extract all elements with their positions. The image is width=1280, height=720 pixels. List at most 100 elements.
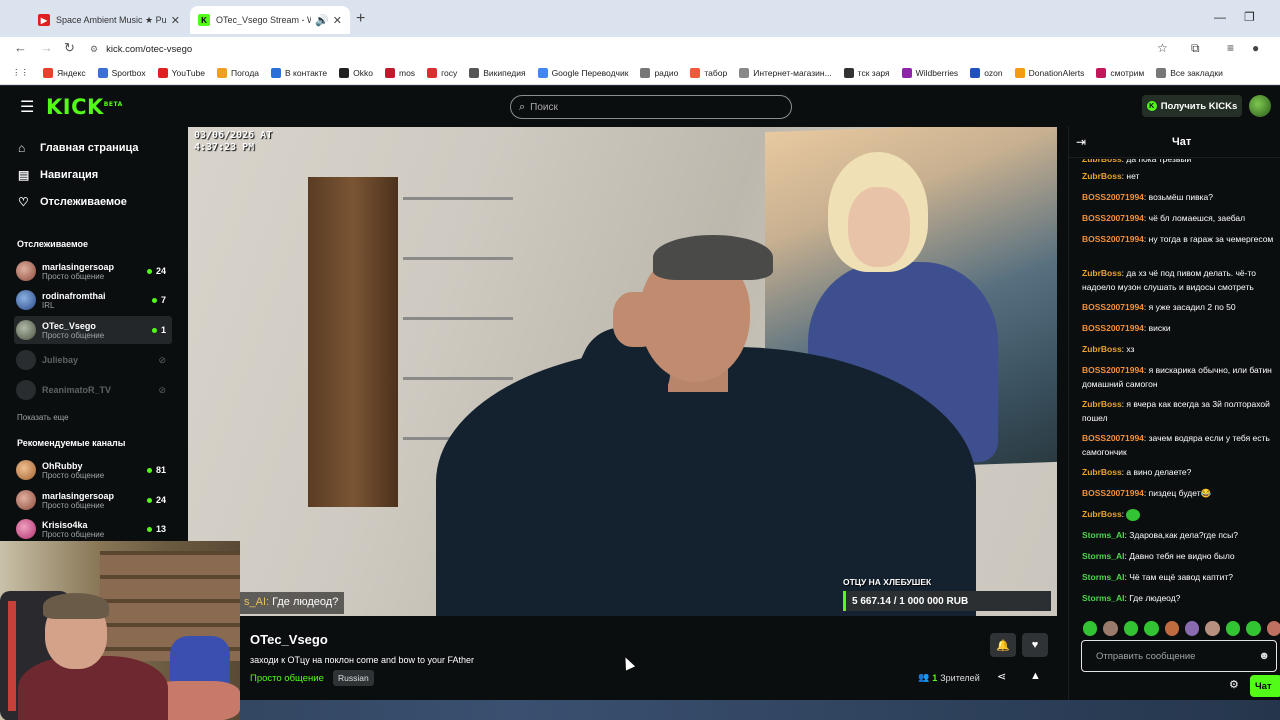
recommended-channel[interactable]: Krisiso4ka Просто общение 13 [14,515,172,543]
show-more-link[interactable]: Показать еще [17,413,69,422]
emoji-icon[interactable]: ☻ [1258,650,1270,662]
sidebar-nav-following[interactable]: ♡ Отслеживаемое [18,195,127,209]
chat-username[interactable]: BOSS20071994 [1082,488,1144,498]
bookmark-item[interactable]: mos [385,67,415,78]
extensions-icon[interactable]: ⧉ [1191,41,1200,56]
bookmark-item[interactable]: Okko [339,67,373,78]
stream-channel-name[interactable]: OTec_Vsego [250,632,328,647]
emote-icon[interactable] [1185,621,1200,636]
bookmark-item[interactable]: Погода [217,67,259,78]
bookmark-item[interactable]: Яндекс [43,67,86,78]
bookmark-item[interactable]: Интернет-магазин... [739,67,832,78]
chat-username[interactable]: ZubrBoss [1082,171,1122,181]
get-kicks-button[interactable]: K Получить KICKs [1142,95,1242,117]
chat-username[interactable]: ZubrBoss [1082,399,1122,409]
emote-icon[interactable] [1246,621,1261,636]
site-info-icon[interactable]: ⚙ [90,44,98,55]
following-channel-offline[interactable]: Juliebay ⊘ [14,346,172,374]
chat-message-input[interactable]: Отправить сообщение ☻ [1081,640,1277,672]
follow-heart-button[interactable]: ♥ [1022,633,1048,657]
logo-badge: BETA [103,101,123,108]
chat-username[interactable]: BOSS20071994 [1082,433,1144,443]
profile-icon[interactable]: ● [1252,41,1259,55]
chat-username[interactable]: Storms_AI [1082,572,1125,582]
emote-icon[interactable] [1103,621,1118,636]
bookmark-item[interactable]: госу [427,67,457,78]
notification-bell-button[interactable]: 🔔 [990,633,1016,657]
stream-category-link[interactable]: Просто общение [250,673,324,684]
close-tab-icon[interactable]: ✕ [171,14,180,27]
reload-icon[interactable]: ↻ [64,40,75,56]
following-channel-selected[interactable]: OTec_Vsego Просто общение 1 [14,316,172,344]
send-chat-button[interactable]: Чат [1250,675,1280,697]
bookmark-item[interactable]: Wildberries [901,67,958,78]
bookmark-item[interactable]: смотрим [1096,67,1144,78]
following-channel[interactable]: rodinafromthai IRL 7 [14,286,172,314]
bookmark-item[interactable]: Google Переводчик [537,67,628,78]
chat-username[interactable]: BOSS20071994 [1082,365,1144,375]
collapse-chat-icon[interactable]: ⇥ [1076,135,1086,149]
video-player[interactable]: 03/06/2026 AT 4:37:23 PM s_AI: Где людео… [188,127,1057,616]
bookmark-item[interactable]: Википедия [469,67,526,78]
bookmark-item[interactable]: Sportbox [97,67,146,78]
back-icon[interactable]: ← [14,40,27,55]
channel-avatar [16,320,36,340]
chat-username[interactable]: Storms_AI [1082,593,1125,603]
chat-username[interactable]: ZubrBoss [1082,268,1122,278]
speaker-icon[interactable]: 🔊 [315,14,329,27]
chat-settings-icon[interactable]: ⚙ [1229,678,1239,691]
chat-username[interactable]: BOSS20071994 [1082,192,1144,202]
sidebar-nav-browse[interactable]: ▤ Навигация [18,168,98,182]
media-icon[interactable]: ≡ [1227,41,1234,55]
following-channel[interactable]: marlasingersoap Просто общение 24 [14,257,172,285]
minimize-icon[interactable]: — [1214,10,1226,24]
recommended-channel[interactable]: OhRubby Просто общение 81 [14,456,172,484]
chat-username[interactable]: BOSS20071994 [1082,302,1144,312]
report-icon[interactable]: ▲ [1030,670,1041,682]
emote-icon[interactable] [1144,621,1159,636]
bookmark-item[interactable]: тск заря [843,67,890,78]
user-avatar[interactable] [1249,95,1271,117]
chat-username[interactable]: ZubrBoss [1082,509,1122,519]
bookmark-item[interactable]: В контакте [271,67,327,78]
following-channel-offline[interactable]: ReanimatoR_TV ⊘ [14,376,172,404]
chat-username[interactable]: ZubrBoss [1082,344,1122,354]
bookmark-item[interactable]: Все закладки [1156,67,1223,78]
close-tab-icon[interactable]: ✕ [333,14,342,27]
emote-icon[interactable] [1205,621,1220,636]
browser-tab-music[interactable]: ▶ Space Ambient Music ★ Pure ( ✕ [30,6,188,34]
apps-icon[interactable]: ⋮⋮ [12,67,29,78]
chat-message: BOSS20071994: возьмёш пивка? [1082,191,1278,205]
recommended-channel[interactable]: marlasingersoap Просто общение 24 [14,486,172,514]
new-tab-icon[interactable]: + [356,10,365,28]
share-icon[interactable]: ⋖ [997,670,1006,683]
bookmark-item[interactable]: DonationAlerts [1014,67,1084,78]
sidebar-nav-home[interactable]: ⌂ Главная страница [18,141,139,155]
bookmark-favicon-icon [385,67,395,78]
emote-icon[interactable] [1083,621,1098,636]
emote-icon[interactable] [1225,621,1241,636]
maximize-icon[interactable]: ❐ [1244,10,1255,24]
search-input[interactable]: ⌕ Поиск [510,95,792,119]
chat-username[interactable]: ZubrBoss [1082,159,1122,164]
emote-icon[interactable] [1123,621,1139,636]
url-field[interactable]: ⚙ kick.com/otec-vsego [90,39,1180,59]
chat-username[interactable]: Storms_AI [1082,551,1125,561]
kick-logo[interactable]: KICKBETA [46,95,123,119]
emote-icon[interactable] [1164,621,1180,636]
stream-language-tag[interactable]: Russian [333,670,374,686]
chat-username[interactable]: BOSS20071994 [1082,323,1144,333]
chat-username[interactable]: BOSS20071994 [1082,213,1144,223]
emote-icon[interactable] [1266,621,1280,636]
bookmark-item[interactable]: YouTube [157,67,205,78]
chat-username[interactable]: BOSS20071994 [1082,234,1144,244]
browser-tab-kick[interactable]: K OTec_Vsego Stream - Watch 🔊 ✕ [190,6,350,34]
bookmark-item[interactable]: радио [640,67,678,78]
menu-icon[interactable]: ☰ [20,97,34,117]
chat-username[interactable]: ZubrBoss [1082,467,1122,477]
bookmark-item[interactable]: табор [690,67,727,78]
bookmark-star-icon[interactable]: ☆ [1157,41,1168,55]
forward-icon[interactable]: → [40,40,53,55]
chat-username[interactable]: Storms_AI [1082,530,1125,540]
bookmark-item[interactable]: ozon [970,67,1003,78]
